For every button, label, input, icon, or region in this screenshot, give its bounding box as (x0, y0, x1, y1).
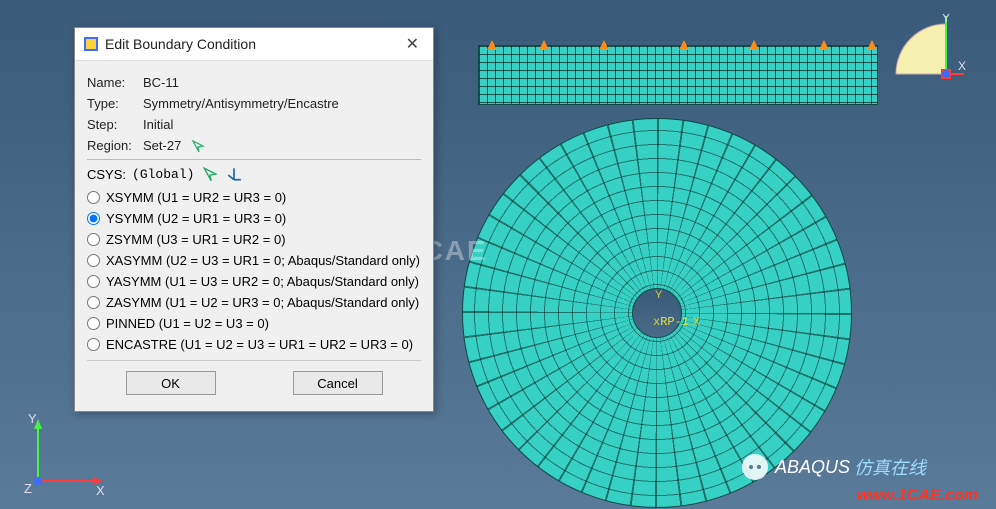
region-value: Set-27 (143, 138, 181, 153)
close-icon[interactable]: ✕ (400, 34, 425, 54)
dialog-title: Edit Boundary Condition (105, 36, 400, 52)
edit-bc-dialog: Edit Boundary Condition ✕ Name: BC-11 Ty… (74, 27, 434, 412)
bc-marker-icon (487, 40, 497, 50)
cancel-button[interactable]: Cancel (293, 371, 383, 395)
svg-text:Z: Z (24, 481, 32, 496)
bc-marker-icon (679, 40, 689, 50)
name-value: BC-11 (143, 75, 179, 90)
axis-triad-bottom-left: Y X Z (18, 411, 108, 501)
bc-options-group: XSYMM (U1 = UR2 = UR3 = 0) YSYMM (U2 = U… (87, 190, 421, 352)
step-value: Initial (143, 117, 173, 132)
svg-text:Y: Y (28, 411, 37, 426)
csys-label: CSYS: (87, 167, 126, 182)
name-label: Name: (87, 75, 143, 90)
cursor-select-icon[interactable] (202, 166, 218, 182)
ok-button[interactable]: OK (126, 371, 216, 395)
bc-marker-icon (819, 40, 829, 50)
bc-option-pinned[interactable]: PINNED (U1 = U2 = U3 = 0) (87, 316, 421, 331)
cursor-select-icon[interactable] (191, 139, 205, 153)
bc-marker-icon (867, 40, 877, 50)
bc-option-ysymm[interactable]: YSYMM (U2 = UR1 = UR3 = 0) (87, 211, 421, 226)
chat-bubble-icon (741, 453, 769, 481)
rp-axis-y-label: Y (655, 289, 662, 301)
datum-csys-icon[interactable] (226, 166, 242, 182)
bc-option-zasymm[interactable]: ZASYMM (U1 = U2 = UR3 = 0; Abaqus/Standa… (87, 295, 421, 310)
svg-text:X: X (958, 59, 966, 73)
csys-value: (Global) (132, 167, 194, 182)
svg-text:Y: Y (942, 14, 950, 25)
type-label: Type: (87, 96, 143, 111)
bc-option-zsymm[interactable]: ZSYMM (U3 = UR1 = UR2 = 0) (87, 232, 421, 247)
bc-option-yasymm[interactable]: YASYMM (U1 = U3 = UR2 = 0; Abaqus/Standa… (87, 274, 421, 289)
step-label: Step: (87, 117, 143, 132)
bc-marker-icon (749, 40, 759, 50)
type-value: Symmetry/Antisymmetry/Encastre (143, 96, 339, 111)
reference-point-label: xRP-1X (653, 315, 700, 329)
watermark-url: www.1CAE.com (857, 487, 978, 505)
bc-option-xsymm[interactable]: XSYMM (U1 = UR2 = UR3 = 0) (87, 190, 421, 205)
disc-mesh-part: Y xRP-1X (462, 118, 852, 508)
view-triad-top-right[interactable]: Y X (886, 14, 966, 92)
brand-label: ABAQUS 仿真在线 (741, 453, 926, 481)
bc-option-encastre[interactable]: ENCASTRE (U1 = U2 = U3 = UR1 = UR2 = UR3… (87, 337, 421, 352)
rect-mesh-part (478, 45, 878, 105)
bc-option-xasymm[interactable]: XASYMM (U2 = U3 = UR1 = 0; Abaqus/Standa… (87, 253, 421, 268)
bc-marker-icon (539, 40, 549, 50)
region-label: Region: (87, 138, 143, 153)
dialog-titlebar[interactable]: Edit Boundary Condition ✕ (75, 28, 433, 61)
app-icon (83, 36, 99, 52)
svg-text:X: X (96, 483, 105, 498)
bc-marker-icon (599, 40, 609, 50)
